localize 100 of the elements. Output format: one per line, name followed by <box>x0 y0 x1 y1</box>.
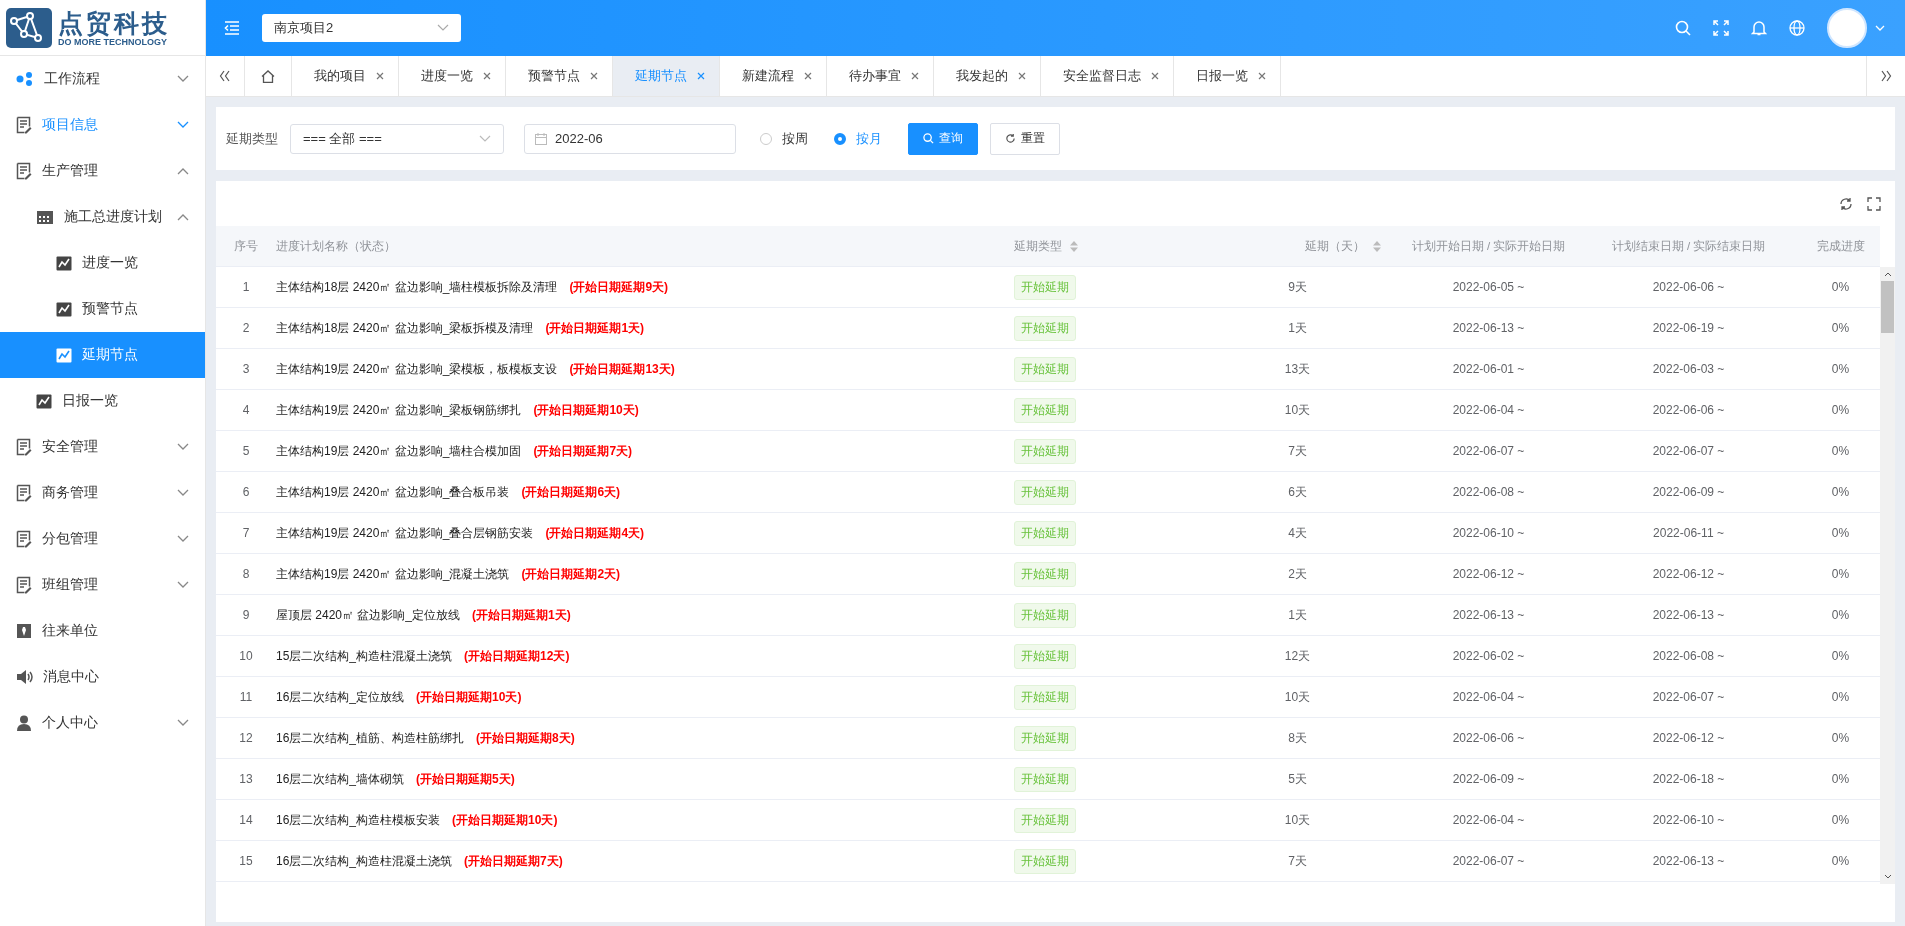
id-card-icon <box>16 623 32 639</box>
task-name: 主体结构19层 2420㎡ 盆边影响_墙柱合模加固 <box>276 442 522 460</box>
table-cell-text: 2022-06-07 ~ <box>1451 853 1526 870</box>
sidebar-item[interactable]: 施工总进度计划 <box>0 194 205 240</box>
avatar[interactable] <box>1827 8 1867 48</box>
close-icon[interactable] <box>1151 72 1159 80</box>
calendar-icon <box>36 209 54 225</box>
table-cell-text: 2022-06-12 ~ <box>1651 730 1726 747</box>
fullscreen-icon[interactable] <box>1867 196 1881 211</box>
reset-button[interactable]: 重置 <box>990 122 1060 155</box>
delay-type-select[interactable]: === 全部 === <box>290 123 504 154</box>
caret-icon[interactable] <box>1875 24 1885 32</box>
table-cell-text: 2022-06-13 ~ <box>1651 607 1726 624</box>
sidebar-item[interactable]: 日报一览 <box>0 378 205 424</box>
sidebar-item[interactable]: 工作流程 <box>0 56 205 102</box>
table-cell-text: 11 <box>238 689 254 706</box>
chevron-down-icon <box>177 121 189 129</box>
refresh-icon[interactable] <box>1839 196 1853 211</box>
table-cell-text: 10天 <box>1283 688 1312 706</box>
sidebar-item[interactable]: 商务管理 <box>0 470 205 516</box>
table-cell-text: 2022-06-06 ~ <box>1651 279 1726 296</box>
share-icon <box>16 71 34 87</box>
menu-icon[interactable] <box>224 21 240 35</box>
calendar-icon <box>535 132 547 145</box>
close-icon[interactable] <box>1258 72 1266 80</box>
logo-title: 点贸科技 <box>58 8 170 37</box>
sidebar-item[interactable]: 安全管理 <box>0 424 205 470</box>
close-icon[interactable] <box>483 72 491 80</box>
delay-type-tag: 开始延期 <box>1014 356 1076 382</box>
table-cell-text: 2022-06-08 ~ <box>1651 648 1726 665</box>
table-cell-text: 12 <box>238 730 254 747</box>
delay-status: (开始日期延期10天) <box>533 401 639 419</box>
table-cell-text: 6 <box>241 484 251 501</box>
tab[interactable]: 我发起的 <box>934 56 1041 96</box>
sidebar-item[interactable]: 消息中心 <box>0 654 205 700</box>
radio-option[interactable]: 按周 <box>760 129 808 148</box>
table-cell-text: 9天 <box>1287 278 1308 296</box>
chevron-down-icon[interactable] <box>1883 874 1892 880</box>
table-cell-text: 6天 <box>1287 483 1308 501</box>
delay-status: (开始日期延期7天) <box>464 852 563 870</box>
task-name: 16层二次结构_植筋、构造柱筋绑扎 <box>276 729 465 747</box>
chevron-down-icon <box>479 134 491 143</box>
close-icon[interactable] <box>1018 72 1026 80</box>
table-cell-text: 10 <box>238 648 254 665</box>
document-icon <box>16 484 32 502</box>
sidebar-item[interactable]: 生产管理 <box>0 148 205 194</box>
tab[interactable]: 进度一览 <box>399 56 506 96</box>
month-field[interactable]: 2022-06 <box>524 123 736 154</box>
delay-type-tag: 开始延期 <box>1014 807 1076 833</box>
double-chevron-right-icon <box>1880 70 1892 82</box>
sidebar-item[interactable]: 进度一览 <box>0 240 205 286</box>
user-icon <box>16 715 32 731</box>
delay-status: (开始日期延期5天) <box>416 770 515 788</box>
task-name: 主体结构19层 2420㎡ 盆边影响_梁模板，板模板支设 <box>276 360 558 378</box>
project-select[interactable]: 南京项目2 <box>262 14 461 42</box>
logo-subtitle: DO MORE TECHNOLOGY <box>58 36 168 47</box>
sidebar-item[interactable]: 分包管理 <box>0 516 205 562</box>
table-cell-text: 2022-06-13 ~ <box>1451 607 1526 624</box>
document-icon <box>16 530 32 548</box>
table-cell-text: 10天 <box>1283 811 1312 829</box>
globe-icon[interactable] <box>1789 20 1805 36</box>
scrollbar-thumb[interactable] <box>1881 281 1894 333</box>
table-cell-text: 0% <box>1830 566 1851 583</box>
chart-icon <box>56 347 72 363</box>
tab[interactable]: 新建流程 <box>720 56 827 96</box>
table-cell-text: 2022-06-10 ~ <box>1451 525 1526 542</box>
delay-status: (开始日期延期13天) <box>569 360 675 378</box>
table-cell-text: 0% <box>1830 443 1851 460</box>
close-icon[interactable] <box>697 72 705 80</box>
delay-status: (开始日期延期4天) <box>545 524 645 542</box>
task-name: 主体结构19层 2420㎡ 盆边影响_梁板钢筋绑扎 <box>276 401 522 419</box>
tab[interactable]: 待办事宜 <box>827 56 934 96</box>
tab[interactable]: 日报一览 <box>1174 56 1281 96</box>
delay-type-tag: 开始延期 <box>1014 848 1076 874</box>
delay-status: (开始日期延期10天) <box>452 811 558 829</box>
tab[interactable]: 安全监督日志 <box>1041 56 1174 96</box>
chevron-up-icon[interactable] <box>1883 271 1892 277</box>
tab[interactable]: 我的项目 <box>292 56 399 96</box>
table-cell-text: 4天 <box>1287 524 1308 542</box>
bell-icon[interactable] <box>1751 20 1767 36</box>
task-name: 主体结构18层 2420㎡ 盆边影响_墙柱模板拆除及清理 <box>276 278 558 296</box>
sidebar-item[interactable]: 往来单位 <box>0 608 205 654</box>
close-icon[interactable] <box>804 72 812 80</box>
table-cell-text: 2022-06-03 ~ <box>1651 361 1726 378</box>
sidebar-item[interactable]: 个人中心 <box>0 700 205 746</box>
column-header: 计划开始日期 / 实际开始日期 <box>1410 238 1567 254</box>
double-chevron-left-icon <box>219 70 231 82</box>
table-cell-text: 0% <box>1830 361 1851 378</box>
delay-type-tag: 开始延期 <box>1014 561 1076 587</box>
table-cell-text: 2022-06-12 ~ <box>1651 566 1726 583</box>
close-icon[interactable] <box>911 72 919 80</box>
sidebar-item[interactable]: 预警节点 <box>0 286 205 332</box>
close-icon[interactable] <box>376 72 384 80</box>
table-cell-text: 2022-06-04 ~ <box>1451 402 1526 419</box>
chevron-down-icon <box>437 24 449 32</box>
document-icon <box>16 576 32 594</box>
scrollbar[interactable] <box>1880 267 1895 884</box>
close-icon[interactable] <box>590 72 598 80</box>
sidebar-item[interactable]: 班组管理 <box>0 562 205 608</box>
search-icon[interactable] <box>1675 20 1691 36</box>
